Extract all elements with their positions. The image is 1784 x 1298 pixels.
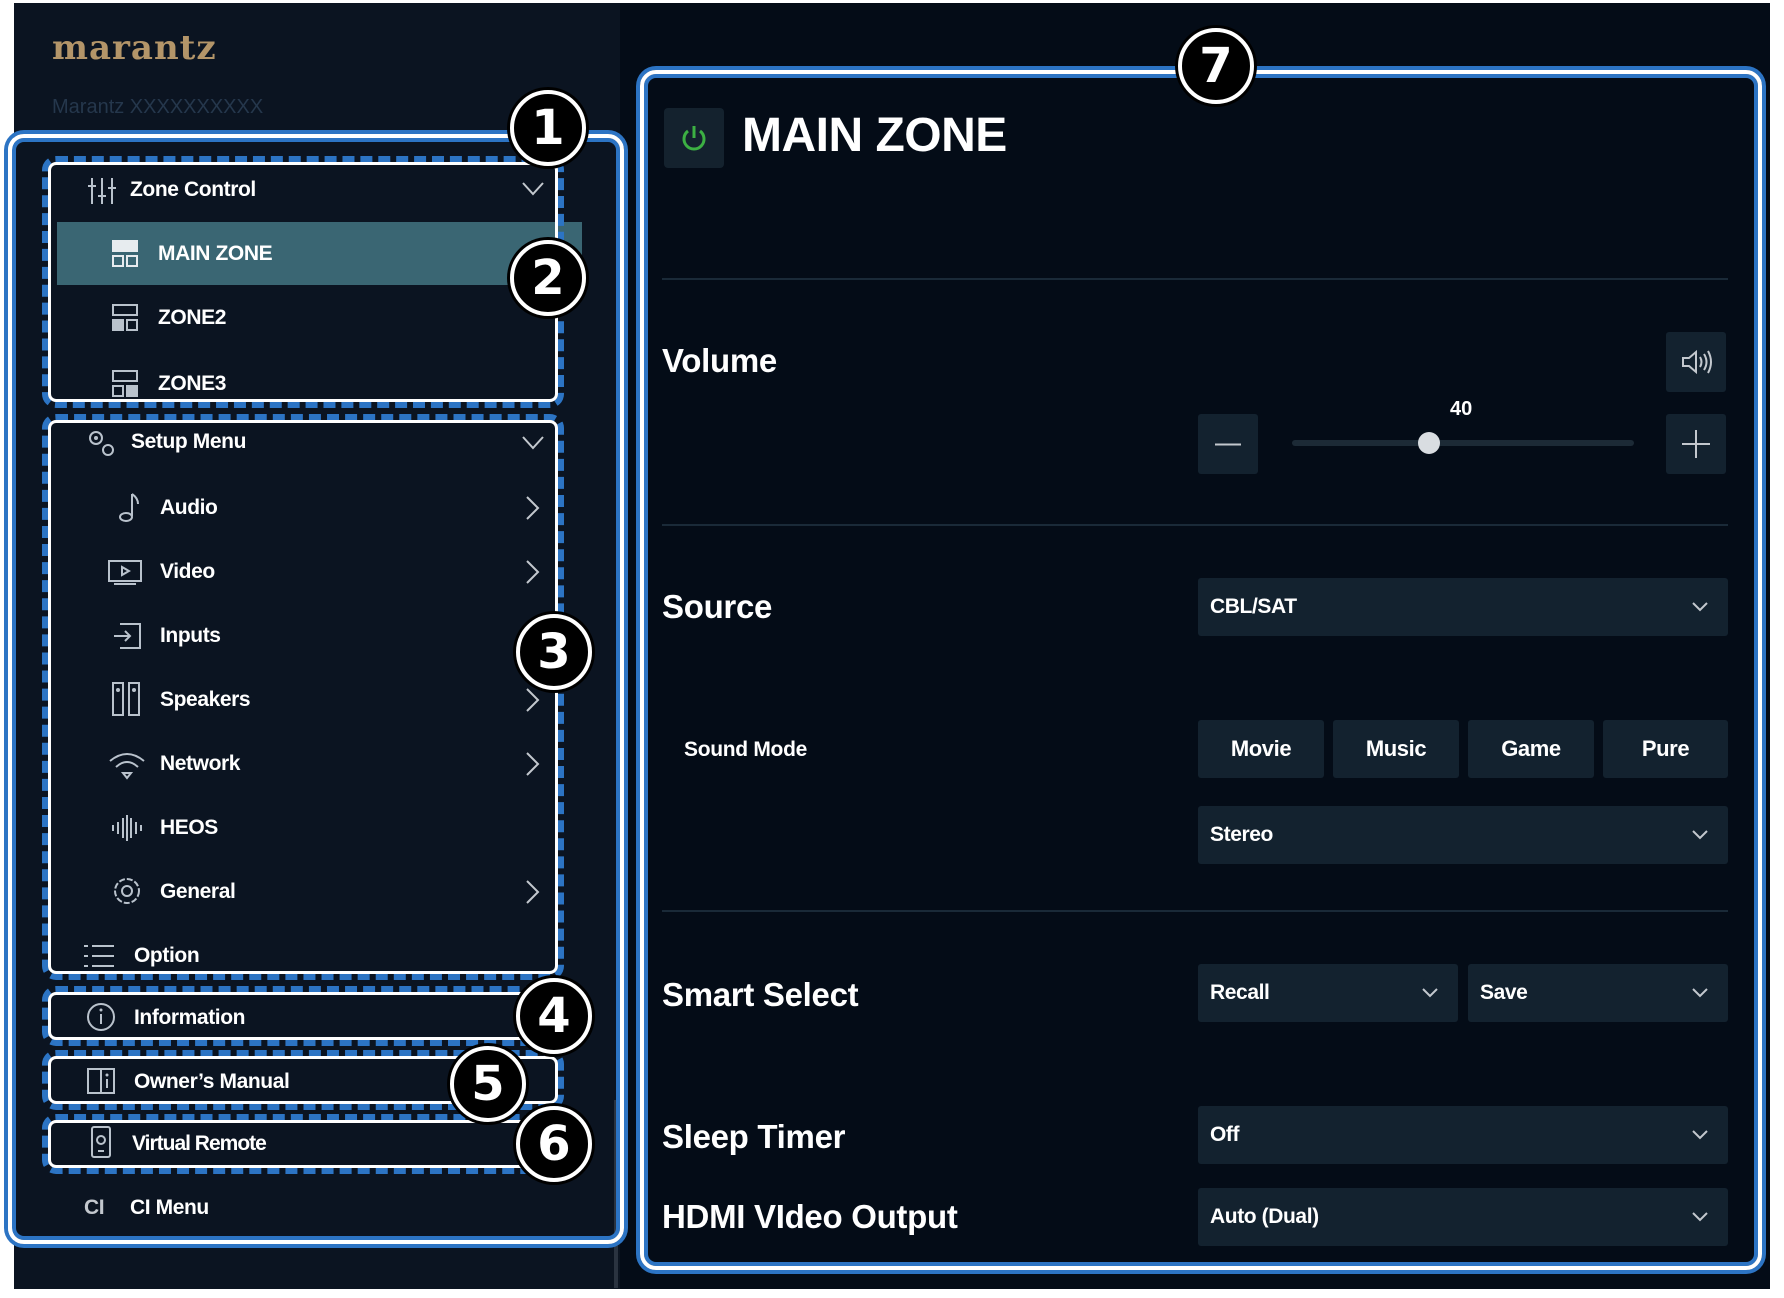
- callout-5: 5: [450, 1046, 526, 1122]
- callout-1: 1: [510, 90, 586, 166]
- brand-logo: marantz: [52, 28, 217, 68]
- annotation-box-main: [640, 70, 1762, 1270]
- model-name: Marantz XXXXXXXXXX: [52, 96, 264, 118]
- annotation-dashed-virtual-remote: [42, 1114, 564, 1174]
- annotation-dashed-information: [42, 986, 564, 1046]
- callout-2: 2: [510, 240, 586, 316]
- callout-3: 3: [516, 614, 592, 690]
- callout-7: 7: [1178, 28, 1254, 104]
- callout-6: 6: [516, 1106, 592, 1182]
- annotation-dashed-setup-menu: [42, 414, 564, 980]
- annotation-dashed-zone-control: [42, 156, 564, 408]
- callout-4: 4: [516, 978, 592, 1054]
